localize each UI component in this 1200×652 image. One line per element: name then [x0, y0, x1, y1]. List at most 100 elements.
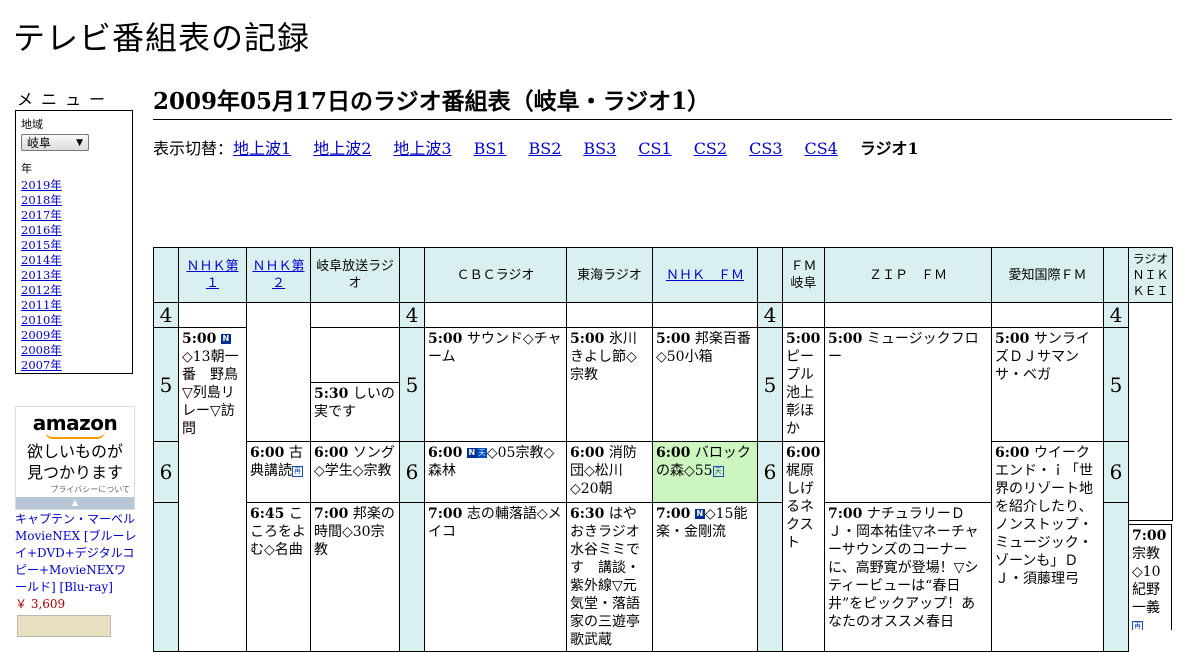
hour-label [399, 502, 425, 652]
program-cell[interactable]: 6:00 ウイークエンド・ｉ「世界のリゾート地を紹介したり、ノンストップ・ミュー… [991, 441, 1104, 652]
station-header: ラジオＮＩＫＫＥＩ [1128, 247, 1173, 303]
ad-product-price: ￥ 3,609 [15, 597, 66, 611]
station-link-nhk2[interactable]: ＮＨＫ第２ [252, 259, 304, 291]
region-select[interactable]: 岐阜 ▼ [21, 134, 89, 151]
ad-product-image[interactable] [17, 615, 111, 637]
year-link-2016[interactable]: 2016年 [21, 223, 62, 237]
menu-box: 地域 岐阜 ▼ 年 2019年 2018年 2017年 2016年 2015年 … [15, 110, 133, 374]
amazon-ad-banner[interactable]: amazon 欲しいものが 見つかります プライバシーについて ▲ [15, 406, 135, 510]
switch-link-bs3[interactable]: BS3 [583, 139, 616, 158]
program-cell[interactable]: 7:00 ナチュラリーＤＪ・岡本祐佳▽ネーチャーサウンズのコーナーに、高野寛が登… [824, 502, 992, 652]
news-icon: N [220, 334, 231, 344]
switcher-label: 表示切替： [153, 139, 234, 158]
year-link-2019[interactable]: 2019年 [21, 178, 62, 192]
hour-label: 6 [399, 441, 425, 503]
hour-label [757, 502, 783, 652]
year-link-2014[interactable]: 2014年 [21, 253, 62, 267]
year-link-2018[interactable]: 2018年 [21, 193, 62, 207]
year-link-2009[interactable]: 2009年 [21, 328, 62, 342]
hour-header [399, 247, 425, 303]
switch-link-cs2[interactable]: CS2 [694, 139, 727, 158]
switch-link-cs1[interactable]: CS1 [638, 139, 671, 158]
program-cell[interactable]: 7:00 N ◇15能楽・金剛流 [652, 502, 758, 652]
hour-label [1103, 502, 1129, 652]
program-grid: ＮＨＫ第１ ＮＨＫ第２ 岐阜放送ラジオ ＣＢＣラジオ 東海ラジオ ＮＨＫ ＦＭ … [153, 247, 1173, 652]
station-header: ＣＢＣラジオ [424, 247, 567, 303]
program-cell[interactable]: 7:00 宗教◇10紀野一義再 [1128, 524, 1172, 630]
year-list: 2019年 2018年 2017年 2016年 2015年 2014年 2013… [21, 178, 127, 373]
ad-catch-line-2: 見つかります [26, 463, 123, 482]
station-header-row: ＮＨＫ第１ ＮＨＫ第２ 岐阜放送ラジオ ＣＢＣラジオ 東海ラジオ ＮＨＫ ＦＭ … [153, 247, 1173, 303]
switch-link-chijou3[interactable]: 地上波3 [393, 139, 451, 158]
hour-row-4: 4 4 4 4 [153, 302, 1173, 521]
station-header: ＮＨＫ ＦＭ [652, 247, 758, 303]
station-header: 東海ラジオ [566, 247, 653, 303]
year-link-2010[interactable]: 2010年 [21, 313, 62, 327]
ad-product-link[interactable]: キャプテン・マーベル MovieNEX [ブルーレイ+DVD+デジタルコピー+M… [15, 512, 137, 594]
switch-link-chijou2[interactable]: 地上波2 [313, 139, 371, 158]
hour-label: 6 [757, 441, 783, 503]
ad-privacy-link[interactable]: プライバシーについて [16, 484, 134, 495]
hour-label: 5 [153, 327, 179, 442]
switch-link-bs2[interactable]: BS2 [528, 139, 561, 158]
program-cell[interactable]: 5:00 サンライズＤＪサマンサ・ベガ [991, 327, 1104, 442]
program-cell[interactable]: 6:00 梶原しげるネクスト [782, 441, 825, 652]
chevron-down-icon: ▼ [76, 137, 83, 148]
station-link-nhkfm[interactable]: ＮＨＫ ＦＭ [666, 268, 744, 283]
hour-label: 4 [153, 302, 179, 328]
year-link-2007[interactable]: 2007年 [21, 358, 62, 372]
year-link-2011[interactable]: 2011年 [21, 298, 62, 312]
program-cell[interactable]: 6:00 古典講読再 [246, 441, 311, 503]
year-link-2017[interactable]: 2017年 [21, 208, 62, 222]
switch-link-cs3[interactable]: CS3 [749, 139, 782, 158]
rebroadcast-icon: 再 [1132, 620, 1143, 630]
program-cell[interactable]: 5:00 ピープル池上彰ほか [782, 327, 825, 442]
program-cell[interactable]: 6:30 はやおきラジオ水谷ミミです 講談・紫外線▽元気堂・落語家の三遊亭歌武蔵 [566, 502, 653, 652]
year-link-2012[interactable]: 2012年 [21, 283, 62, 297]
station-link-nhk1[interactable]: ＮＨＫ第１ [186, 259, 238, 291]
empty-slot [782, 302, 825, 328]
empty-slot [310, 327, 400, 383]
hour-label: 5 [1103, 327, 1129, 442]
program-cell[interactable]: 6:45 こころをよむ◇名曲 [246, 502, 311, 652]
weather-icon: 天 [476, 448, 487, 458]
program-cell[interactable]: 6:00 消防団◇松川◇20朝 [566, 441, 653, 503]
station-header: ＮＨＫ第１ [178, 247, 247, 303]
program-cell[interactable]: 5:00 邦楽百番◇50小箱 [652, 327, 758, 442]
program-cell[interactable]: 6:00 バロックの森◇55 天 [652, 441, 758, 503]
program-cell[interactable]: 6:00 ソング◇学生◇宗教 [310, 441, 400, 503]
year-link-2015[interactable]: 2015年 [21, 238, 62, 252]
hour-header [1103, 247, 1129, 303]
station-header: ＺＩＰ ＦＭ [824, 247, 992, 303]
page-title: 2009年05月17日のラジオ番組表（岐阜・ラジオ1） [153, 82, 1172, 120]
switch-current-radio1: ラジオ1 [859, 139, 919, 158]
year-link-2008[interactable]: 2008年 [21, 343, 62, 357]
program-cell[interactable]: 7:00 志の輔落語◇メイコ [424, 502, 567, 652]
news-icon: N [694, 509, 705, 519]
empty-slot [652, 302, 758, 328]
hour-label: 4 [1103, 302, 1129, 328]
program-cell[interactable]: 5:00 N ◇13朝一番 野鳥▽列島リレー▽訪問 [178, 327, 247, 652]
ad-collapse-bar[interactable]: ▲ [16, 497, 134, 509]
program-cell[interactable]: 6:00 N 天 ◇05宗教◇森林 [424, 441, 567, 503]
program-cell[interactable]: 5:30 しいの実です [310, 382, 400, 442]
program-cell[interactable]: 5:00 ミュージックフロー [824, 327, 992, 503]
news-icon: N [466, 448, 477, 458]
empty-slot [246, 302, 311, 442]
chevron-up-icon: ▲ [71, 498, 79, 507]
program-cell[interactable]: 5:00 氷川きよし節◇宗教 [566, 327, 653, 442]
program-cell[interactable]: 5:00 サウンド◇チャーム [424, 327, 567, 442]
hour-label: 4 [399, 302, 425, 328]
switch-link-bs1[interactable]: BS1 [474, 139, 507, 158]
program-cell[interactable]: 7:00 邦楽の時間◇30宗教 [310, 502, 400, 652]
year-caption: 年 [21, 162, 32, 175]
weather-icon: 天 [712, 465, 724, 477]
station-header: ＦＭ岐阜 [782, 247, 825, 303]
region-select-value: 岐阜 [27, 136, 52, 150]
hour-label: 4 [757, 302, 783, 328]
year-link-2013[interactable]: 2013年 [21, 268, 62, 282]
hour-header [153, 247, 179, 303]
switch-link-cs4[interactable]: CS4 [804, 139, 837, 158]
hour-label: 6 [153, 441, 179, 503]
switch-link-chijou1[interactable]: 地上波1 [233, 139, 291, 158]
